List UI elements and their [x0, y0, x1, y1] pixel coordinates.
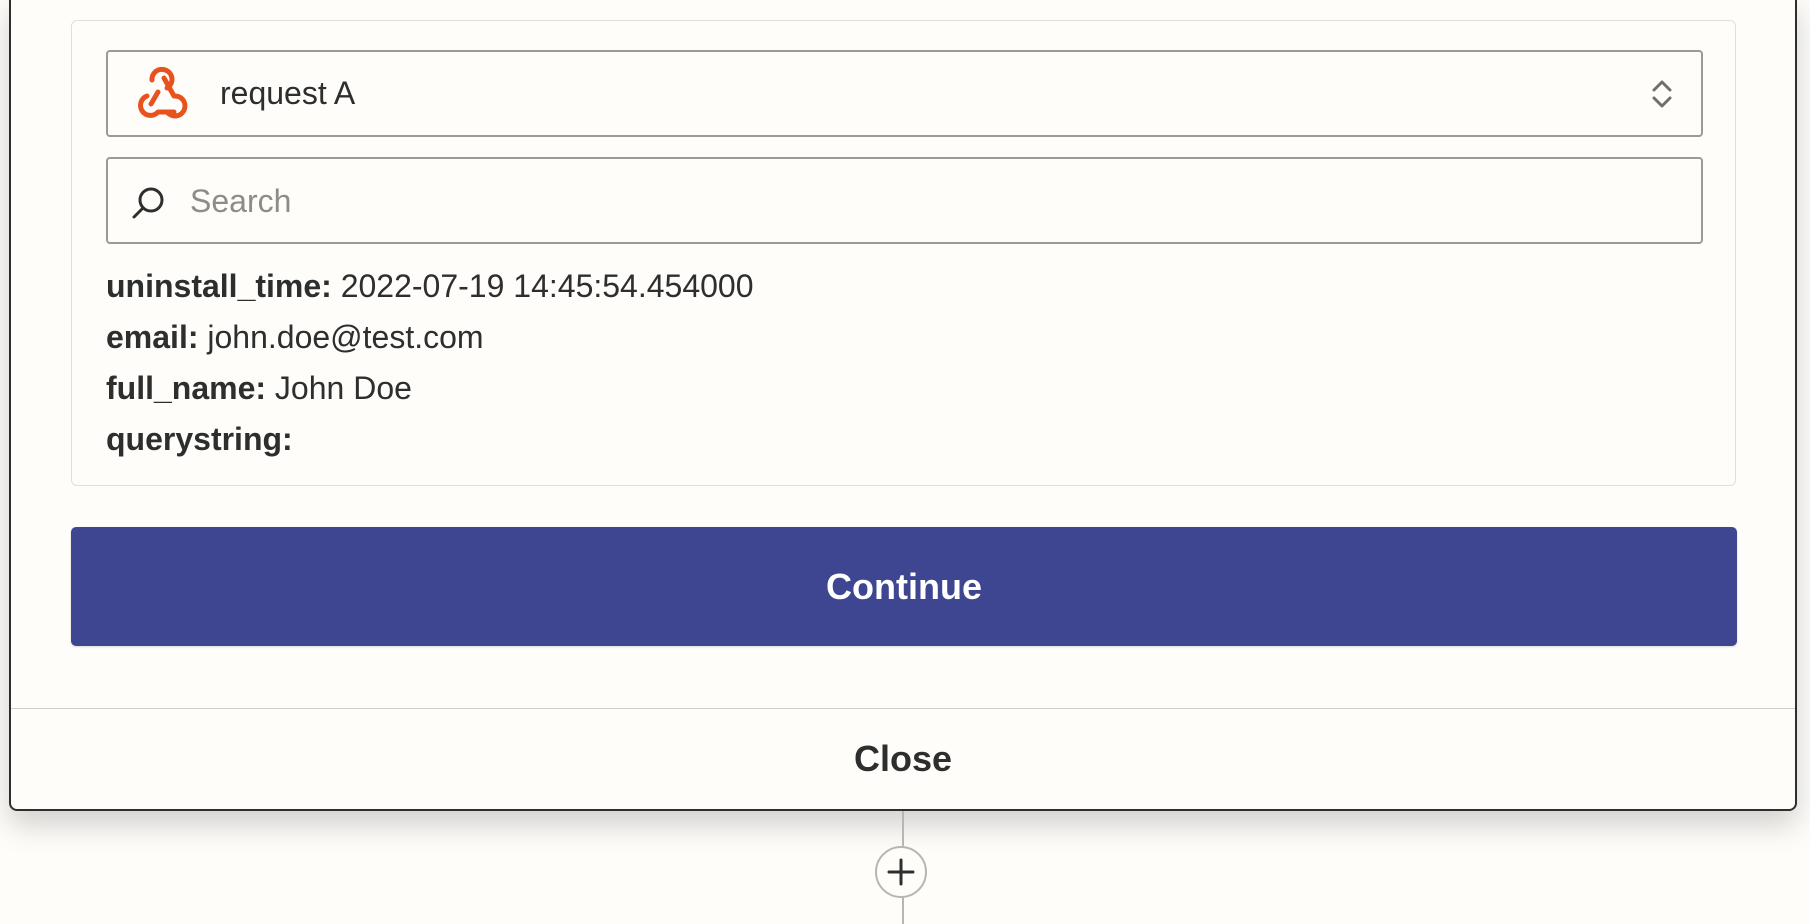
chevron-up-down-icon [1652, 80, 1672, 108]
field-key: querystring: [106, 421, 293, 457]
field-value: John Doe [274, 370, 412, 406]
field-row-querystring: querystring: [106, 418, 754, 469]
sample-fields-list: uninstall_time: 2022-07-19 14:45:54.4540… [106, 265, 754, 469]
setup-panel: request A uninstall_time: 2022-07-19 14:… [9, 0, 1797, 811]
field-key: full_name: [106, 370, 267, 406]
sample-data-card: request A uninstall_time: 2022-07-19 14:… [71, 20, 1736, 486]
selected-trigger-label: request A [220, 75, 356, 111]
flow-connector-line [902, 811, 904, 846]
field-row-full-name: full_name: John Doe [106, 367, 754, 418]
field-key: uninstall_time: [106, 268, 332, 304]
field-value: john.doe@test.com [207, 319, 484, 355]
webhook-icon [138, 66, 188, 119]
field-key: email: [106, 319, 199, 355]
search-field [106, 157, 1703, 244]
trigger-sample-select[interactable]: request A [106, 50, 1703, 137]
field-value: 2022-07-19 14:45:54.454000 [340, 268, 754, 304]
continue-button[interactable]: Continue [71, 527, 1737, 646]
field-row-email: email: john.doe@test.com [106, 316, 754, 367]
search-icon [132, 187, 164, 219]
field-row-uninstall-time: uninstall_time: 2022-07-19 14:45:54.4540… [106, 265, 754, 316]
add-step-button[interactable] [875, 846, 927, 898]
flow-connector-line [902, 898, 904, 924]
search-input[interactable] [188, 163, 1682, 240]
close-button[interactable]: Close [11, 709, 1795, 809]
plus-icon [887, 858, 915, 886]
